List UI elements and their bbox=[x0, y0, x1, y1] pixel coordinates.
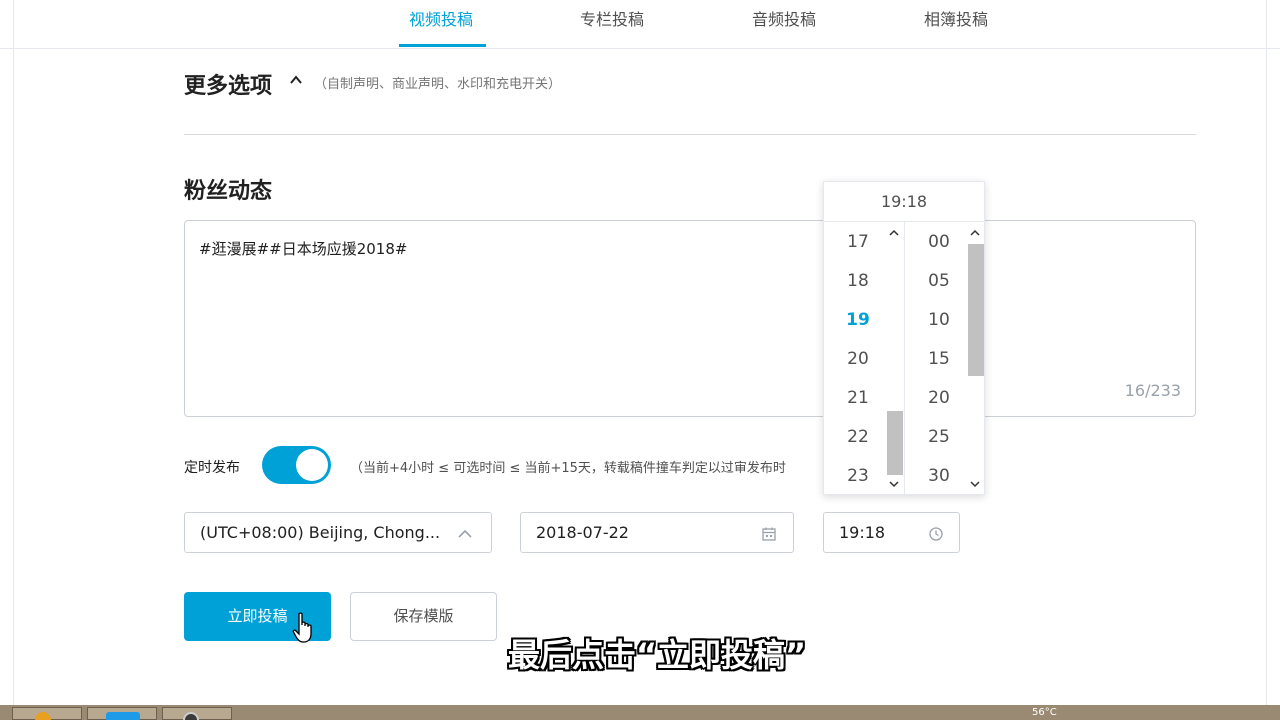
scroll-down-arrow-icon[interactable] bbox=[970, 479, 980, 489]
page-right-border bbox=[1266, 0, 1267, 705]
scheduled-publish-hint: （当前+4小时 ≤ 可选时间 ≤ 当前+15天，转载稿件撞车判定以过审发布时 bbox=[350, 461, 786, 476]
active-tab-indicator bbox=[399, 44, 486, 47]
hour-option[interactable]: 18 bbox=[828, 271, 888, 291]
more-options-title[interactable]: 更多选项 bbox=[184, 68, 272, 100]
taskbar-button[interactable] bbox=[162, 707, 232, 720]
submission-tabs: 视频投稿 专栏投稿 音频投稿 相簿投稿 bbox=[0, 0, 1280, 49]
toggle-knob bbox=[296, 449, 328, 481]
media-icon bbox=[183, 712, 199, 720]
minute-scrollbar[interactable] bbox=[966, 222, 984, 494]
timezone-select[interactable]: (UTC+08:00) Beijing, Chong... bbox=[184, 512, 492, 553]
scheduled-publish-label: 定时发布 bbox=[184, 460, 240, 476]
hand-pointer-icon bbox=[292, 612, 312, 643]
time-value: 19:18 bbox=[839, 523, 886, 542]
hour-scroll-thumb[interactable] bbox=[887, 411, 903, 475]
time-picker-input[interactable]: 19:18 bbox=[823, 512, 960, 553]
tab-video[interactable]: 视频投稿 bbox=[409, 6, 473, 30]
fan-dynamics-textarea[interactable]: #逛漫展##日本场应援2018# 16/233 bbox=[184, 220, 1196, 417]
character-count: 16/233 bbox=[1124, 381, 1181, 400]
taskbar-button[interactable] bbox=[12, 707, 82, 720]
minute-option[interactable]: 30 bbox=[909, 466, 969, 486]
chevron-up-icon[interactable] bbox=[289, 73, 303, 87]
taskbar: 56°C bbox=[0, 705, 1280, 720]
video-subtitle: 最后点击“立即投稿” bbox=[508, 636, 807, 674]
scroll-down-arrow-icon[interactable] bbox=[889, 479, 899, 489]
hour-option[interactable]: 20 bbox=[828, 349, 888, 369]
section-divider bbox=[184, 134, 1196, 135]
calendar-icon bbox=[762, 527, 776, 541]
save-template-button[interactable]: 保存模版 bbox=[350, 592, 497, 641]
tab-audio[interactable]: 音频投稿 bbox=[752, 6, 816, 30]
clock-icon bbox=[929, 527, 943, 541]
hour-option[interactable]: 17 bbox=[828, 232, 888, 252]
date-value: 2018-07-22 bbox=[536, 523, 629, 542]
hour-option-selected[interactable]: 19 bbox=[828, 310, 888, 330]
hour-column[interactable]: 17 18 19 20 21 22 23 bbox=[824, 222, 905, 494]
tab-album[interactable]: 相簿投稿 bbox=[924, 6, 988, 30]
minute-option[interactable]: 20 bbox=[909, 388, 969, 408]
hour-option[interactable]: 23 bbox=[828, 466, 888, 486]
minute-option[interactable]: 05 bbox=[909, 271, 969, 291]
picker-header: 19:18 bbox=[824, 182, 984, 222]
minute-scroll-thumb[interactable] bbox=[968, 244, 984, 376]
fan-dynamics-title: 粉丝动态 bbox=[184, 179, 273, 204]
hour-scrollbar[interactable] bbox=[885, 222, 903, 494]
scroll-up-arrow-icon[interactable] bbox=[889, 228, 899, 238]
minute-option[interactable]: 25 bbox=[909, 427, 969, 447]
page-left-border bbox=[13, 0, 14, 705]
minute-column[interactable]: 00 05 10 15 20 25 30 bbox=[906, 222, 984, 494]
hour-option[interactable]: 21 bbox=[828, 388, 888, 408]
date-picker-input[interactable]: 2018-07-22 bbox=[520, 512, 794, 553]
minute-option[interactable]: 10 bbox=[909, 310, 969, 330]
hour-option[interactable]: 22 bbox=[828, 427, 888, 447]
browser-icon bbox=[35, 712, 51, 720]
app-icon bbox=[106, 712, 140, 720]
chevron-up-icon bbox=[458, 529, 472, 538]
timezone-value: (UTC+08:00) Beijing, Chong... bbox=[200, 523, 441, 542]
minute-option[interactable]: 00 bbox=[909, 232, 969, 252]
minute-option[interactable]: 15 bbox=[909, 349, 969, 369]
fan-dynamics-text: #逛漫展##日本场应援2018# bbox=[199, 240, 408, 258]
taskbar-button[interactable] bbox=[87, 707, 157, 720]
tray-temperature: 56°C bbox=[1032, 707, 1057, 718]
scheduled-publish-toggle[interactable] bbox=[262, 446, 331, 484]
time-picker-dropdown: 19:18 17 18 19 20 21 22 23 00 05 10 15 2… bbox=[823, 181, 985, 495]
scroll-up-arrow-icon[interactable] bbox=[970, 228, 980, 238]
more-options-hint: （自制声明、商业声明、水印和充电开关） bbox=[314, 77, 562, 92]
tab-column[interactable]: 专栏投稿 bbox=[580, 6, 644, 30]
